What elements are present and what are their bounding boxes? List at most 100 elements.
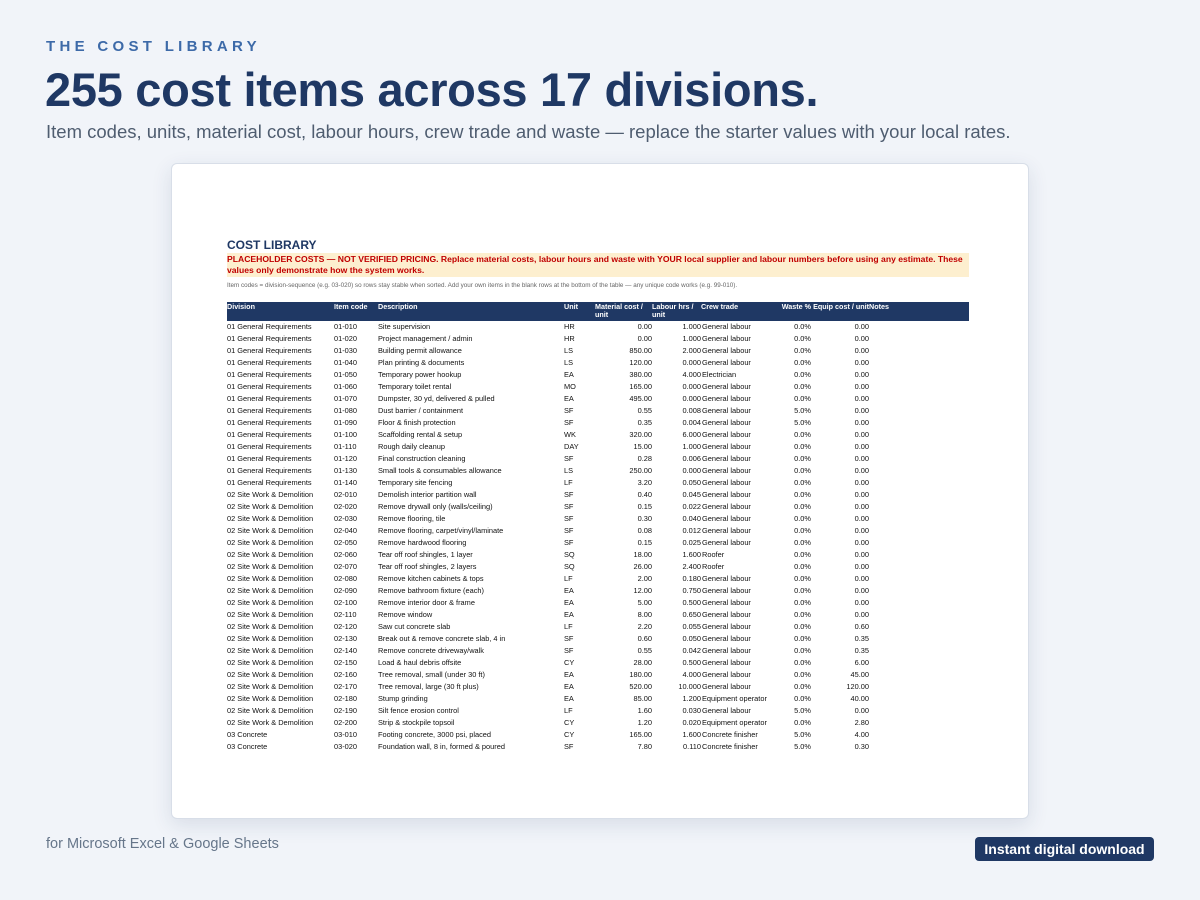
cell-equip-cost[interactable]: 0.00	[811, 321, 869, 333]
cell-description[interactable]: Strip & stockpile topsoil	[378, 717, 564, 729]
cell-item-code[interactable]: 01-080	[334, 405, 378, 417]
cell-notes[interactable]	[869, 417, 969, 429]
cell-crew-trade[interactable]: General labour	[701, 393, 772, 405]
cell-description[interactable]: Temporary toilet rental	[378, 381, 564, 393]
cell-item-code[interactable]: 03-010	[334, 729, 378, 741]
cell-labour-hrs[interactable]: 0.500	[652, 657, 702, 669]
cell-crew-trade[interactable]: Concrete finisher	[701, 741, 772, 753]
cell-division[interactable]: 01 General Requirements	[227, 417, 334, 429]
cell-item-code[interactable]: 02-200	[334, 717, 378, 729]
cell-material-cost[interactable]: 165.00	[595, 381, 652, 393]
col-header-equip-cost[interactable]: Equip cost / unit	[811, 302, 869, 321]
col-header-notes[interactable]: Notes	[869, 302, 969, 321]
cell-unit[interactable]: SF	[564, 417, 595, 429]
cell-crew-trade[interactable]: General labour	[701, 525, 772, 537]
cell-notes[interactable]	[869, 693, 969, 705]
cell-item-code[interactable]: 02-170	[334, 681, 378, 693]
cell-description[interactable]: Floor & finish protection	[378, 417, 564, 429]
cell-waste[interactable]: 0.0%	[772, 597, 811, 609]
cell-equip-cost[interactable]: 0.00	[811, 585, 869, 597]
cell-equip-cost[interactable]: 0.00	[811, 561, 869, 573]
cell-crew-trade[interactable]: General labour	[701, 417, 772, 429]
cell-notes[interactable]	[869, 405, 969, 417]
cell-division[interactable]: 01 General Requirements	[227, 453, 334, 465]
cell-division[interactable]: 02 Site Work & Demolition	[227, 657, 334, 669]
cell-waste[interactable]: 0.0%	[772, 441, 811, 453]
cell-division[interactable]: 02 Site Work & Demolition	[227, 561, 334, 573]
cell-notes[interactable]	[869, 681, 969, 693]
cell-item-code[interactable]: 02-150	[334, 657, 378, 669]
cell-description[interactable]: Break out & remove concrete slab, 4 in	[378, 633, 564, 645]
cell-waste[interactable]: 0.0%	[772, 645, 811, 657]
cell-notes[interactable]	[869, 489, 969, 501]
cell-labour-hrs[interactable]: 2.000	[652, 345, 702, 357]
cell-crew-trade[interactable]: General labour	[701, 357, 772, 369]
cell-description[interactable]: Remove flooring, carpet/vinyl/laminate	[378, 525, 564, 537]
cell-crew-trade[interactable]: General labour	[701, 585, 772, 597]
cell-division[interactable]: 02 Site Work & Demolition	[227, 717, 334, 729]
cell-notes[interactable]	[869, 525, 969, 537]
cell-waste[interactable]: 0.0%	[772, 477, 811, 489]
cell-description[interactable]: Remove window	[378, 609, 564, 621]
cell-notes[interactable]	[869, 573, 969, 585]
cell-division[interactable]: 01 General Requirements	[227, 405, 334, 417]
cell-notes[interactable]	[869, 597, 969, 609]
cell-division[interactable]: 01 General Requirements	[227, 369, 334, 381]
cell-notes[interactable]	[869, 477, 969, 489]
cell-unit[interactable]: EA	[564, 597, 595, 609]
cell-crew-trade[interactable]: General labour	[701, 537, 772, 549]
cell-division[interactable]: 02 Site Work & Demolition	[227, 597, 334, 609]
cell-material-cost[interactable]: 0.00	[595, 333, 652, 345]
cell-waste[interactable]: 0.0%	[772, 681, 811, 693]
cell-description[interactable]: Foundation wall, 8 in, formed & poured	[378, 741, 564, 753]
cell-division[interactable]: 02 Site Work & Demolition	[227, 501, 334, 513]
cell-labour-hrs[interactable]: 1.000	[652, 441, 702, 453]
cell-description[interactable]: Dumpster, 30 yd, delivered & pulled	[378, 393, 564, 405]
cell-crew-trade[interactable]: Concrete finisher	[701, 729, 772, 741]
cell-waste[interactable]: 0.0%	[772, 345, 811, 357]
cell-notes[interactable]	[869, 561, 969, 573]
cell-item-code[interactable]: 02-130	[334, 633, 378, 645]
cell-unit[interactable]: EA	[564, 693, 595, 705]
cell-item-code[interactable]: 01-030	[334, 345, 378, 357]
cell-material-cost[interactable]: 0.28	[595, 453, 652, 465]
cell-division[interactable]: 02 Site Work & Demolition	[227, 489, 334, 501]
cell-division[interactable]: 01 General Requirements	[227, 381, 334, 393]
cell-material-cost[interactable]: 1.60	[595, 705, 652, 717]
cell-item-code[interactable]: 01-070	[334, 393, 378, 405]
cell-division[interactable]: 01 General Requirements	[227, 465, 334, 477]
cell-unit[interactable]: WK	[564, 429, 595, 441]
cell-material-cost[interactable]: 12.00	[595, 585, 653, 597]
cell-crew-trade[interactable]: General labour	[701, 477, 772, 489]
cell-unit[interactable]: EA	[564, 393, 595, 405]
cell-division[interactable]: 01 General Requirements	[227, 321, 334, 333]
cell-material-cost[interactable]: 2.20	[595, 621, 652, 633]
cell-material-cost[interactable]: 5.00	[595, 597, 652, 609]
cell-crew-trade[interactable]: General labour	[701, 465, 772, 477]
cell-waste[interactable]: 0.0%	[772, 561, 811, 573]
cell-crew-trade[interactable]: General labour	[701, 609, 772, 621]
cell-waste[interactable]: 5.0%	[772, 417, 811, 429]
cell-waste[interactable]: 0.0%	[772, 525, 811, 537]
cell-crew-trade[interactable]: General labour	[701, 453, 772, 465]
cell-material-cost[interactable]: 0.60	[595, 633, 652, 645]
cell-waste[interactable]: 0.0%	[772, 621, 811, 633]
cell-material-cost[interactable]: 18.00	[595, 549, 653, 561]
cell-division[interactable]: 02 Site Work & Demolition	[227, 537, 334, 549]
cell-item-code[interactable]: 01-020	[334, 333, 378, 345]
cell-notes[interactable]	[869, 621, 969, 633]
cell-unit[interactable]: LF	[564, 621, 595, 633]
cell-item-code[interactable]: 02-010	[334, 489, 378, 501]
cell-description[interactable]: Scaffolding rental & setup	[378, 429, 564, 441]
cell-unit[interactable]: SF	[564, 645, 595, 657]
col-header-labour-hrs[interactable]: Labour hrs / unit	[652, 302, 701, 321]
cell-labour-hrs[interactable]: 10.000	[652, 681, 701, 693]
cell-crew-trade[interactable]: General labour	[701, 645, 772, 657]
cell-notes[interactable]	[869, 441, 969, 453]
cell-description[interactable]: Dust barrier / containment	[378, 405, 564, 417]
cell-unit[interactable]: SF	[564, 405, 595, 417]
cell-equip-cost[interactable]: 0.00	[811, 465, 869, 477]
cell-description[interactable]: Tree removal, small (under 30 ft)	[378, 669, 564, 681]
cell-description[interactable]: Remove hardwood flooring	[378, 537, 564, 549]
cell-labour-hrs[interactable]: 4.000	[652, 369, 702, 381]
